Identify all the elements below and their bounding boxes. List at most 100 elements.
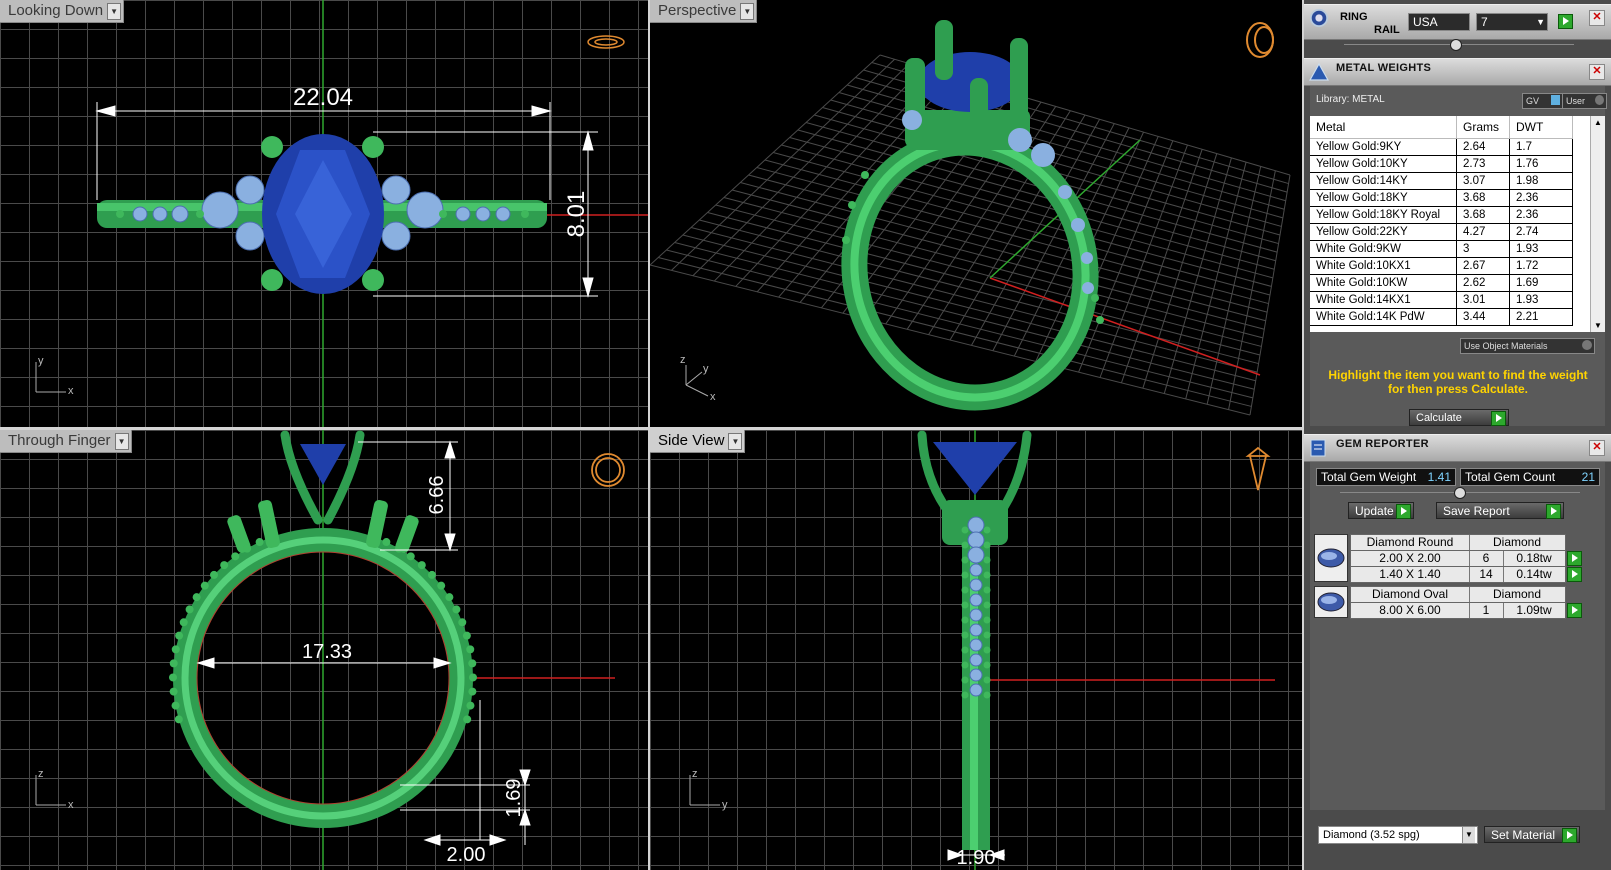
dwt-value: 2.74 <box>1509 223 1573 241</box>
metal-name: White Gold:10KX1 <box>1310 257 1457 275</box>
viewport-side-view[interactable]: 1.90 z y Side View ▼ <box>650 430 1302 870</box>
right-panel: RING RAIL USA 7 ▼ ✕ METAL WEIGHTS ✕ Libr… <box>1304 0 1611 870</box>
slider-handle-icon[interactable] <box>1454 487 1466 499</box>
metal-name: White Gold:10KW <box>1310 274 1457 292</box>
material-select[interactable]: Diamond (3.52 spg) ▼ <box>1318 826 1478 844</box>
grams-value: 4.27 <box>1456 223 1510 241</box>
ring-rail-go-button[interactable] <box>1558 14 1573 29</box>
dwt-value: 1.93 <box>1509 240 1573 258</box>
gem-count: 14 <box>1469 567 1504 582</box>
scroll-down-icon[interactable]: ▼ <box>1594 321 1602 330</box>
gem-reporter-body: Total Gem Weight 1.41 Total Gem Count 21… <box>1310 462 1605 844</box>
viewport-label-side-view[interactable]: Side View ▼ <box>650 430 746 453</box>
viewport-label-perspective[interactable]: Perspective ▼ <box>650 0 758 23</box>
dwt-value: 2.36 <box>1509 189 1573 207</box>
metal-name: White Gold:14K PdW <box>1310 308 1457 326</box>
table-row[interactable]: White Gold:14KX1 3.01 1.93 <box>1310 291 1573 309</box>
grams-value: 3.07 <box>1456 172 1510 190</box>
table-row[interactable]: White Gold:14K PdW 3.44 2.21 <box>1310 308 1573 326</box>
toggle-gv[interactable]: GV <box>1522 93 1563 109</box>
viewport-menu-arrow-icon[interactable]: ▼ <box>107 3 122 20</box>
gem-reporter-slider[interactable] <box>1340 487 1580 499</box>
column-header-dwt[interactable]: DWT <box>1509 116 1573 139</box>
scale-icon <box>1308 62 1330 81</box>
gem-select-go-icon[interactable] <box>1567 567 1582 582</box>
gem-reporter-header: GEM REPORTER ✕ <box>1304 434 1611 462</box>
table-row[interactable]: Yellow Gold:14KY 3.07 1.98 <box>1310 172 1573 190</box>
dwt-value: 1.7 <box>1509 138 1573 156</box>
go-arrow-icon <box>1491 411 1506 426</box>
dim-side-width-label: 1.90 <box>957 847 996 869</box>
gem-size-row[interactable]: 2.00 X 2.00 6 0.18tw <box>1350 550 1566 567</box>
dwt-value: 2.21 <box>1509 308 1573 326</box>
gem-thumbnail-icon[interactable] <box>1314 534 1348 582</box>
update-button[interactable]: Update <box>1348 502 1414 519</box>
close-icon[interactable]: ✕ <box>1589 10 1605 26</box>
table-row[interactable]: White Gold:10KW 2.62 1.69 <box>1310 274 1573 292</box>
column-header-grams[interactable]: Grams <box>1456 116 1510 139</box>
table-row[interactable]: Yellow Gold:9KY 2.64 1.7 <box>1310 138 1573 156</box>
gem-count: 1 <box>1469 603 1504 618</box>
looking-down-canvas: 22.04 8.01 y x <box>35 0 648 427</box>
toggle-user[interactable]: User <box>1562 93 1607 109</box>
use-object-materials-toggle[interactable]: Use Object Materials <box>1460 338 1595 354</box>
grams-value: 3.68 <box>1456 189 1510 207</box>
viewport-menu-arrow-icon[interactable]: ▼ <box>728 433 743 450</box>
gem-size-row[interactable]: 1.40 X 1.40 14 0.14tw <box>1350 566 1566 583</box>
set-material-button[interactable]: Set Material <box>1484 826 1580 843</box>
viewport-menu-arrow-icon[interactable]: ▼ <box>740 3 755 20</box>
scroll-up-icon[interactable]: ▲ <box>1594 118 1602 127</box>
gem-size: 1.40 X 1.40 <box>1351 567 1470 582</box>
go-arrow-icon <box>1396 504 1411 519</box>
grams-value: 3 <box>1456 240 1510 258</box>
viewport-label-looking-down[interactable]: Looking Down ▼ <box>0 0 125 23</box>
dim-top-label: 6.66 <box>426 476 448 515</box>
calculate-button[interactable]: Calculate <box>1409 409 1509 426</box>
close-icon[interactable]: ✕ <box>1589 440 1605 456</box>
metal-name: Yellow Gold:18KY <box>1310 189 1457 207</box>
table-scrollbar[interactable]: ▲ ▼ <box>1590 116 1605 332</box>
ring-rail-slider[interactable] <box>1344 39 1574 51</box>
library-label: Library: METAL <box>1316 94 1385 105</box>
gem-select-go-icon[interactable] <box>1567 603 1582 618</box>
report-icon <box>1310 439 1326 457</box>
metal-name: Yellow Gold:22KY <box>1310 223 1457 241</box>
svg-text:x: x <box>68 799 74 811</box>
viewport-perspective[interactable]: z y x Perspective ▼ <box>650 0 1302 427</box>
close-icon[interactable]: ✕ <box>1589 64 1605 80</box>
gem-shape-label: Diamond Oval <box>1351 587 1470 602</box>
total-gem-weight-field: Total Gem Weight 1.41 <box>1316 468 1456 486</box>
viewport-menu-arrow-icon[interactable]: ▼ <box>114 433 129 450</box>
viewport-looking-down[interactable]: 22.04 8.01 y x Looking Down ▼ <box>0 0 648 427</box>
table-row[interactable]: Yellow Gold:18KY Royal 3.68 2.36 <box>1310 206 1573 224</box>
gem-size-row[interactable]: 8.00 X 6.00 1 1.09tw <box>1350 602 1566 619</box>
grams-value: 2.62 <box>1456 274 1510 292</box>
save-report-button[interactable]: Save Report <box>1436 502 1564 519</box>
gem-select-go-icon[interactable] <box>1567 551 1582 566</box>
table-row[interactable]: White Gold:9KW 3 1.93 <box>1310 240 1573 258</box>
gem-shape-label: Diamond Round <box>1351 535 1470 550</box>
viewport-through-finger[interactable]: 6.66 17.33 1.69 2.00 z x Through Finger … <box>0 430 648 870</box>
table-row[interactable]: White Gold:10KX1 2.67 1.72 <box>1310 257 1573 275</box>
slider-handle-icon[interactable] <box>1450 39 1462 51</box>
ring-standard-field[interactable]: USA <box>1408 13 1470 31</box>
dim-band-height-label: 1.69 <box>503 779 525 818</box>
perspective-canvas: z y x <box>650 20 1291 416</box>
svg-text:x: x <box>68 385 74 397</box>
column-header-metal[interactable]: Metal <box>1310 116 1457 139</box>
dwt-value: 1.69 <box>1509 274 1573 292</box>
ring-size-select[interactable]: 7 ▼ <box>1476 13 1548 31</box>
metal-name: Yellow Gold:9KY <box>1310 138 1457 156</box>
table-row[interactable]: Yellow Gold:10KY 2.73 1.76 <box>1310 155 1573 173</box>
grams-value: 3.01 <box>1456 291 1510 309</box>
dim-height-label: 8.01 <box>563 191 590 238</box>
gem-thumbnail-icon[interactable] <box>1314 586 1348 618</box>
metal-weights-table: Metal Grams DWT Yellow Gold:9KY 2.64 1.7 Ye… <box>1310 116 1573 326</box>
svg-text:z: z <box>692 768 698 780</box>
dim-band-width-label: 2.00 <box>447 844 486 866</box>
viewport-label-through-finger[interactable]: Through Finger ▼ <box>0 430 132 453</box>
table-row[interactable]: Yellow Gold:22KY 4.27 2.74 <box>1310 223 1573 241</box>
gem-material-label: Diamond <box>1492 587 1542 601</box>
metal-weights-instructions: Highlight the item you want to find the … <box>1328 368 1588 396</box>
table-row[interactable]: Yellow Gold:18KY 3.68 2.36 <box>1310 189 1573 207</box>
